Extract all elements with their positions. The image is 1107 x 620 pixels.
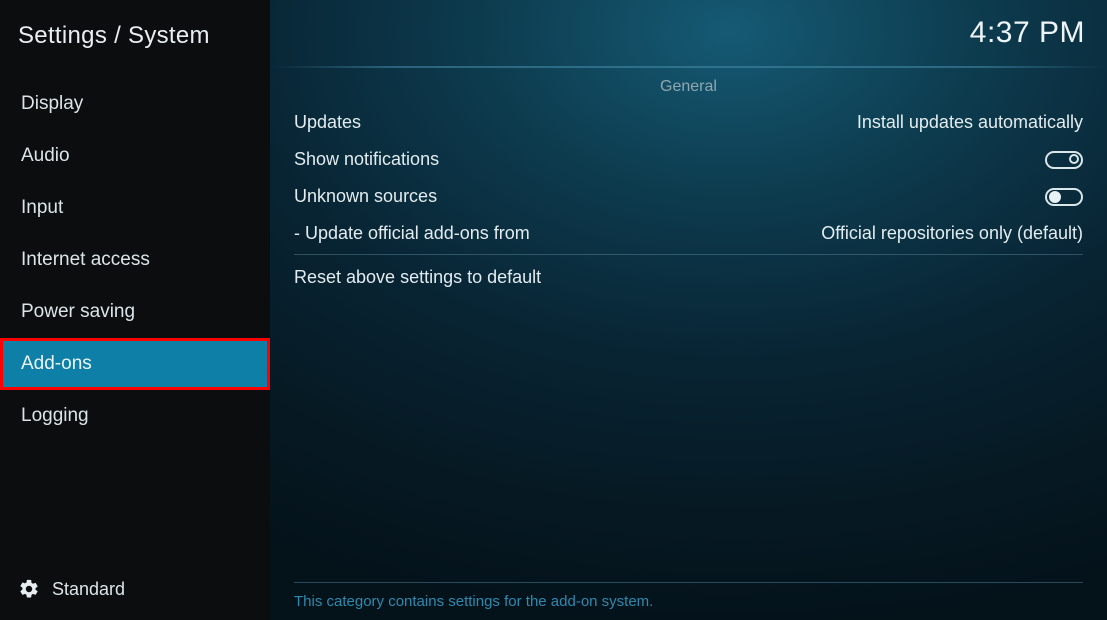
sidebar: Settings / System Display Audio Input In… [0, 0, 270, 620]
settings-level-button[interactable]: Standard [0, 578, 143, 600]
setting-value: Install updates automatically [857, 112, 1083, 133]
settings-level-label: Standard [52, 579, 125, 600]
clock: 4:37 PM [970, 16, 1085, 50]
setting-unknown-sources[interactable]: Unknown sources [294, 178, 1083, 215]
sidebar-item-audio[interactable]: Audio [0, 130, 270, 182]
section-header: General [270, 68, 1107, 104]
sidebar-item-internet-access[interactable]: Internet access [0, 234, 270, 286]
settings-list: Updates Install updates automatically Sh… [270, 104, 1107, 296]
setting-update-official-addons-from[interactable]: Update official add-ons from Official re… [294, 215, 1083, 252]
setting-label: Show notifications [294, 149, 439, 170]
sidebar-item-logging[interactable]: Logging [0, 390, 270, 442]
divider [294, 254, 1083, 255]
setting-reset-defaults[interactable]: Reset above settings to default [294, 259, 1083, 296]
setting-show-notifications[interactable]: Show notifications [294, 141, 1083, 178]
setting-label: Update official add-ons from [294, 223, 530, 244]
gear-icon [18, 578, 40, 600]
setting-label: Reset above settings to default [294, 267, 541, 288]
topbar: 4:37 PM [270, 0, 1107, 66]
toggle-show-notifications[interactable] [1045, 151, 1083, 169]
sidebar-item-input[interactable]: Input [0, 182, 270, 234]
breadcrumb: Settings / System [0, 0, 270, 78]
setting-updates[interactable]: Updates Install updates automatically [294, 104, 1083, 141]
setting-label: Unknown sources [294, 186, 437, 207]
main-panel: 4:37 PM General Updates Install updates … [270, 0, 1107, 620]
sidebar-item-add-ons[interactable]: Add-ons [0, 338, 270, 390]
toggle-unknown-sources[interactable] [1045, 188, 1083, 206]
sidebar-nav: Display Audio Input Internet access Powe… [0, 78, 270, 442]
setting-label: Updates [294, 112, 361, 133]
sidebar-item-display[interactable]: Display [0, 78, 270, 130]
category-description: This category contains settings for the … [294, 582, 1083, 610]
setting-value: Official repositories only (default) [821, 223, 1083, 244]
sidebar-item-power-saving[interactable]: Power saving [0, 286, 270, 338]
